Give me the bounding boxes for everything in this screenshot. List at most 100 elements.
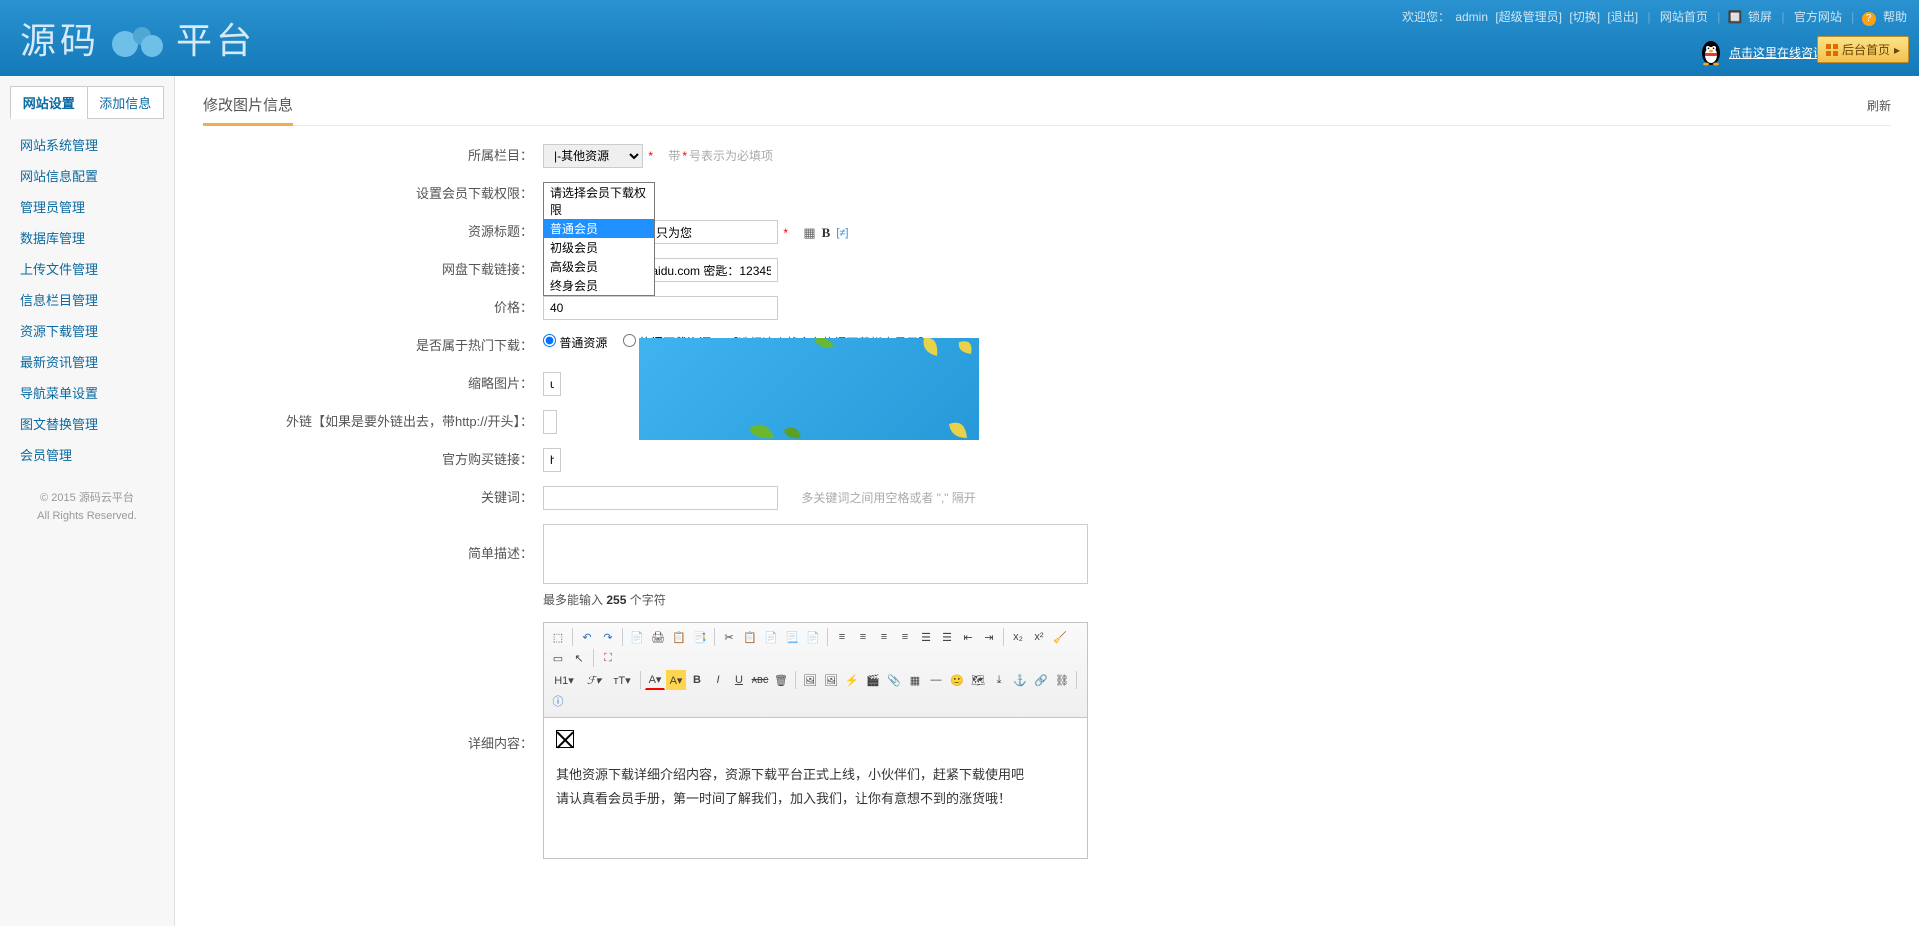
clear-icon[interactable]: 🧹 bbox=[1050, 627, 1070, 647]
fullscreen-icon[interactable]: ⛶ bbox=[598, 648, 618, 668]
editor-toolbar: ⬚ ↶ ↷ 📄 🖨 📋 📑 ✂ 📋 📄 bbox=[544, 623, 1087, 718]
cut-icon[interactable]: ✂ bbox=[719, 627, 739, 647]
bold-icon[interactable]: B bbox=[822, 225, 831, 241]
price-input[interactable] bbox=[543, 296, 778, 320]
desc-textarea[interactable] bbox=[543, 524, 1088, 584]
template-icon[interactable]: 📋 bbox=[669, 627, 689, 647]
editor-content[interactable]: 其他资源下载详细介绍内容，资源下载平台正式上线，小伙伴们，赶紧下载使用吧 请认真… bbox=[544, 718, 1087, 858]
remove-format-icon[interactable]: 🗑 bbox=[771, 670, 791, 690]
refresh-link[interactable]: 刷新 bbox=[1867, 97, 1891, 114]
hr-icon[interactable]: — bbox=[926, 670, 946, 690]
emoji-icon[interactable]: 🙂 bbox=[947, 670, 967, 690]
italic-icon[interactable]: I bbox=[708, 670, 728, 690]
role-link[interactable]: [超级管理员] bbox=[1495, 10, 1562, 24]
perm-option[interactable]: 初级会员 bbox=[544, 238, 654, 257]
align-left-icon[interactable]: ≡ bbox=[832, 627, 852, 647]
palette-icon[interactable]: ▦ bbox=[803, 225, 815, 241]
outdent-icon[interactable]: ⇥ bbox=[979, 627, 999, 647]
underline-icon[interactable]: U bbox=[729, 670, 749, 690]
category-label: 所属栏目： bbox=[203, 144, 543, 168]
logo-clouds-icon bbox=[108, 17, 168, 59]
sub-icon[interactable]: x₂ bbox=[1008, 627, 1028, 647]
flash-icon[interactable]: ⚡ bbox=[842, 670, 862, 690]
perm-label: 设置会员下载权限： bbox=[203, 182, 543, 206]
undo-icon[interactable]: ↶ bbox=[577, 627, 597, 647]
official-link[interactable]: 官方网站 bbox=[1794, 10, 1842, 24]
lock-link[interactable]: 锁屏 bbox=[1748, 10, 1772, 24]
heading-select[interactable]: H1▾ bbox=[548, 670, 580, 690]
map-icon[interactable]: 🗺 bbox=[968, 670, 988, 690]
perm-option[interactable]: 请选择会员下载权限 bbox=[544, 183, 654, 219]
switch-link[interactable]: [切换] bbox=[1569, 10, 1600, 24]
font-size-select[interactable]: тT▾ bbox=[608, 670, 636, 690]
font-color-icon[interactable]: A▾ bbox=[645, 670, 665, 690]
file-icon[interactable]: 📎 bbox=[884, 670, 904, 690]
keyword-input[interactable] bbox=[543, 486, 778, 510]
neq-icon[interactable]: [≠] bbox=[836, 227, 848, 239]
help-link[interactable]: 帮助 bbox=[1883, 10, 1907, 24]
menu-item[interactable]: 数据库管理 bbox=[20, 222, 154, 253]
unlink-icon[interactable]: ⛓ bbox=[1052, 670, 1072, 690]
app-header: 源码 平台 欢迎您： admin [超级管理员] [切换] [退出] | 网站首… bbox=[0, 0, 1919, 76]
menu-item[interactable]: 资源下载管理 bbox=[20, 315, 154, 346]
tab-site-settings[interactable]: 网站设置 bbox=[10, 86, 87, 119]
category-select[interactable]: |-其他资源 bbox=[543, 144, 643, 168]
menu-item[interactable]: 导航菜单设置 bbox=[20, 377, 154, 408]
top-links: 欢迎您： admin [超级管理员] [切换] [退出] | 网站首页 | 🔲 … bbox=[1402, 8, 1909, 26]
multi-image-icon[interactable]: 🖼 bbox=[821, 670, 841, 690]
table-icon[interactable]: ▦ bbox=[905, 670, 925, 690]
redo-icon[interactable]: ↷ bbox=[598, 627, 618, 647]
menu-item[interactable]: 网站系统管理 bbox=[20, 129, 154, 160]
image-icon[interactable]: 🖼 bbox=[800, 670, 820, 690]
menu-item[interactable]: 最新资讯管理 bbox=[20, 346, 154, 377]
bg-color-icon[interactable]: A▾ bbox=[666, 670, 686, 690]
page-break-icon[interactable]: ⤓ bbox=[989, 670, 1009, 690]
source-icon[interactable]: ⬚ bbox=[548, 627, 568, 647]
outer-input[interactable] bbox=[543, 410, 557, 434]
font-family-select[interactable]: ℱ▾ bbox=[581, 670, 607, 690]
cursor-icon[interactable]: ↖ bbox=[569, 648, 589, 668]
link-icon[interactable]: 🔗 bbox=[1031, 670, 1051, 690]
align-justify-icon[interactable]: ≡ bbox=[895, 627, 915, 647]
tab-add-info[interactable]: 添加信息 bbox=[87, 86, 165, 119]
list-ol-icon[interactable]: ☰ bbox=[916, 627, 936, 647]
indent-icon[interactable]: ⇤ bbox=[958, 627, 978, 647]
paste-word-icon[interactable]: 📄 bbox=[803, 627, 823, 647]
align-right-icon[interactable]: ≡ bbox=[874, 627, 894, 647]
menu-item[interactable]: 网站信息配置 bbox=[20, 160, 154, 191]
list-ul-icon[interactable]: ☰ bbox=[937, 627, 957, 647]
site-home-link[interactable]: 网站首页 bbox=[1660, 10, 1708, 24]
code-icon[interactable]: 📑 bbox=[690, 627, 710, 647]
strike-icon[interactable]: ᴀʙᴄ bbox=[750, 670, 770, 690]
logout-link[interactable]: [退出] bbox=[1607, 10, 1638, 24]
menu-item[interactable]: 信息栏目管理 bbox=[20, 284, 154, 315]
back-home-button[interactable]: 后台首页 ▸ bbox=[1817, 36, 1909, 63]
perm-select-open[interactable]: 请选择会员下载权限 普通会员 初级会员 高级会员 终身会员 bbox=[543, 182, 655, 296]
about-icon[interactable]: ⓘ bbox=[548, 691, 568, 711]
thumb-input[interactable] bbox=[543, 372, 561, 396]
welcome-text: 欢迎您： bbox=[1402, 10, 1450, 24]
menu-item[interactable]: 上传文件管理 bbox=[20, 253, 154, 284]
anchor-icon[interactable]: ⚓ bbox=[1010, 670, 1030, 690]
buy-input[interactable] bbox=[543, 448, 561, 472]
print-icon[interactable]: 🖨 bbox=[648, 627, 668, 647]
paste-icon[interactable]: 📄 bbox=[761, 627, 781, 647]
copy-icon[interactable]: 📋 bbox=[740, 627, 760, 647]
grid-icon bbox=[1826, 44, 1838, 56]
paste-text-icon[interactable]: 📃 bbox=[782, 627, 802, 647]
username-link[interactable]: admin bbox=[1455, 10, 1488, 24]
select-icon[interactable]: ▭ bbox=[548, 648, 568, 668]
perm-option-highlighted[interactable]: 普通会员 bbox=[544, 219, 654, 238]
perm-option[interactable]: 高级会员 bbox=[544, 257, 654, 276]
menu-item[interactable]: 会员管理 bbox=[20, 439, 154, 470]
perm-option[interactable]: 终身会员 bbox=[544, 276, 654, 295]
menu-item[interactable]: 图文替换管理 bbox=[20, 408, 154, 439]
media-icon[interactable]: 🎬 bbox=[863, 670, 883, 690]
menu-item[interactable]: 管理员管理 bbox=[20, 191, 154, 222]
align-center-icon[interactable]: ≡ bbox=[853, 627, 873, 647]
bold-icon[interactable]: B bbox=[687, 670, 707, 690]
sup-icon[interactable]: x² bbox=[1029, 627, 1049, 647]
required-hint: 带*号表示为必填项 bbox=[668, 149, 773, 163]
preview-icon[interactable]: 📄 bbox=[627, 627, 647, 647]
hot-normal-radio[interactable]: 普通资源 bbox=[543, 336, 607, 350]
